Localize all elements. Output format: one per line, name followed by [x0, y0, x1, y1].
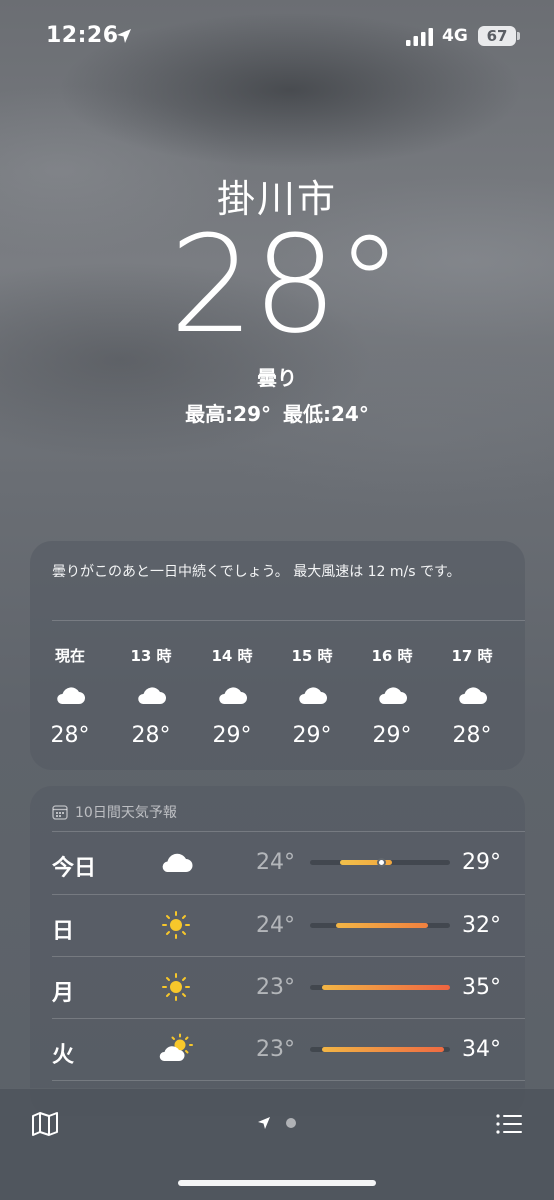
- hour-label: 14 時: [211, 647, 253, 665]
- forecast-day: 月: [52, 981, 75, 1006]
- battery-icon: 67: [478, 26, 516, 46]
- forecast-low: 24°: [256, 913, 295, 938]
- status-bar: 12:26 4G 67: [0, 0, 554, 70]
- partly-cloudy-icon: [159, 1033, 193, 1061]
- divider: [52, 620, 525, 621]
- high-low: 最高:29° 最低:24°: [0, 398, 554, 427]
- hour-temp: 29°: [372, 723, 412, 748]
- low-temp: 最低:24°: [283, 402, 369, 426]
- temperature-range-fill: [322, 985, 450, 990]
- list-icon[interactable]: [496, 1113, 522, 1135]
- hour-temp: 28°: [50, 723, 90, 748]
- hour-item: 15 時 29°: [282, 645, 342, 748]
- forecast-day: 火: [52, 1043, 75, 1068]
- cloud-icon: [379, 687, 407, 704]
- hour-item: 14 時 29°: [202, 645, 262, 748]
- cloud-icon: [299, 687, 327, 704]
- cloud-icon: [138, 687, 166, 704]
- forecast-high: 32°: [462, 913, 501, 938]
- cloud-icon: [162, 853, 193, 872]
- forecast-row[interactable]: 日 24° 32°: [30, 895, 525, 957]
- forecast-row[interactable]: 今日 24° 29°: [30, 832, 525, 894]
- battery-tip: [517, 32, 520, 40]
- weather-summary: 曇りがこのあと一日中続くでしょう。 最大風速は 12 m/s です。: [52, 564, 461, 580]
- hour-label: 16 時: [371, 647, 413, 665]
- forecast-header: 10日間天気予報: [52, 802, 177, 822]
- cloud-icon: [57, 687, 85, 704]
- hour-item: 16 時 29°: [362, 645, 422, 748]
- forecast-title: 10日間天気予報: [75, 805, 177, 821]
- sun-icon: [162, 973, 190, 1001]
- forecast-row[interactable]: 月 23° 35°: [30, 957, 525, 1019]
- hour-item: 現在 28°: [40, 645, 100, 748]
- hour-temp: 29°: [212, 723, 252, 748]
- hour-label: 現在: [54, 647, 85, 665]
- hour-label: 13 時: [130, 647, 172, 665]
- forecast-day: 日: [52, 919, 75, 944]
- forecast-high: 35°: [462, 975, 501, 1000]
- forecast-high: 29°: [462, 850, 501, 875]
- temperature-range-bar: [310, 923, 450, 928]
- forecast-low: 23°: [256, 1037, 295, 1062]
- temperature-range-fill: [322, 1047, 444, 1052]
- signal-icon: [406, 28, 433, 46]
- forecast-day: 今日: [52, 856, 97, 881]
- ten-day-forecast-card[interactable]: 10日間天気予報 今日 24° 29° 日 24° 32° 月 23° 35° …: [30, 786, 525, 1116]
- current-temp-dot: [377, 858, 386, 867]
- home-indicator[interactable]: [178, 1180, 376, 1186]
- status-time: 12:26: [46, 23, 119, 48]
- page-dot[interactable]: [286, 1118, 296, 1128]
- temperature-range-bar: [310, 858, 450, 867]
- divider: [52, 1080, 525, 1081]
- condition-label: 曇り: [257, 366, 297, 390]
- hour-temp: 28°: [452, 723, 492, 748]
- forecast-row[interactable]: 火 23° 34°: [30, 1019, 525, 1081]
- hour-item: 17 時 28°: [442, 645, 502, 748]
- forecast-high: 34°: [462, 1037, 501, 1062]
- high-temp: 最高:29°: [185, 402, 271, 426]
- hour-temp: 28°: [131, 723, 171, 748]
- hour-item: 13 時 28°: [121, 645, 181, 748]
- cloud-icon: [219, 687, 247, 704]
- location-arrow-icon: [117, 29, 131, 43]
- temperature-range-bar: [310, 1047, 450, 1052]
- forecast-low: 24°: [256, 850, 295, 875]
- cloud-icon: [459, 687, 487, 704]
- forecast-low: 23°: [256, 975, 295, 1000]
- hour-label: 15 時: [291, 647, 333, 665]
- hourly-forecast-card[interactable]: 曇りがこのあと一日中続くでしょう。 最大風速は 12 m/s です。 現在 28…: [30, 541, 525, 770]
- network-label: 4G: [442, 26, 468, 46]
- map-icon[interactable]: [31, 1111, 59, 1137]
- hour-temp: 29°: [292, 723, 332, 748]
- current-temperature: 28°: [169, 207, 403, 363]
- location-arrow-icon[interactable]: [256, 1115, 272, 1131]
- hour-label: 17 時: [451, 647, 493, 665]
- temperature-range-fill: [336, 923, 428, 928]
- temperature-range-bar: [310, 985, 450, 990]
- sun-icon: [162, 911, 190, 939]
- calendar-icon: [52, 805, 68, 820]
